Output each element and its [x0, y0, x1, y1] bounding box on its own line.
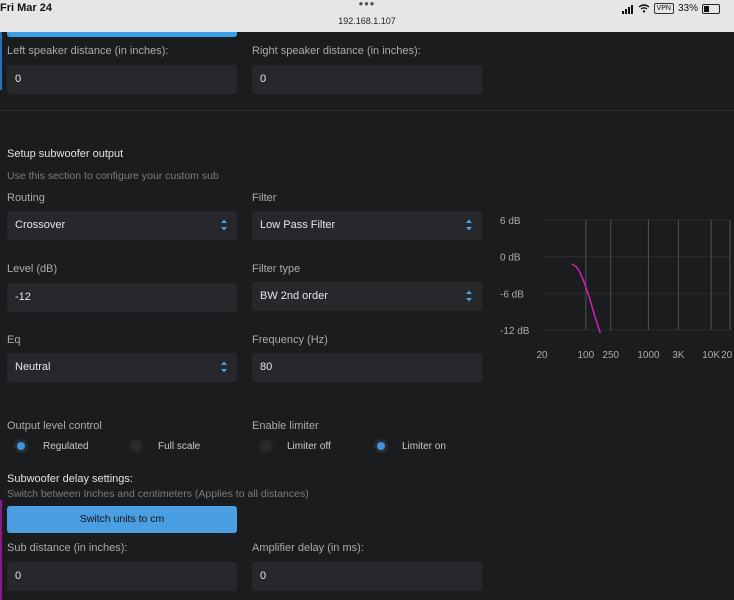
amp-delay-label: Amplifier delay (in ms):	[252, 542, 364, 554]
routing-label: Routing	[7, 192, 45, 204]
delay-heading: Subwoofer delay settings:	[7, 473, 133, 485]
routing-select[interactable]: Crossover	[7, 211, 237, 240]
filter-type-value: BW 2nd order	[260, 290, 328, 302]
limiter-on-radio[interactable]	[377, 442, 385, 450]
y-tick-label: -12 dB	[500, 326, 530, 337]
regulated-radio-label[interactable]: Regulated	[43, 441, 89, 452]
chart-x-ticks: 20 100 250 1000 3K 10K20K	[536, 350, 732, 361]
select-arrows-icon	[221, 361, 227, 373]
regulated-radio[interactable]	[17, 442, 25, 450]
filter-value: Low Pass Filter	[260, 219, 336, 231]
eq-response-chart: 6 dB 0 dB -6 dB -12 dB 20 100 250 1000 3K 10K20K	[500, 216, 732, 361]
vpn-badge: VPN	[653, 3, 674, 14]
x-tick-label: 3K	[672, 350, 685, 361]
left-speaker-distance-input[interactable]: 0	[7, 65, 237, 94]
x-tick-label: 20K	[721, 350, 732, 361]
frequency-input[interactable]: 80	[252, 353, 482, 382]
y-tick-label: 6 dB	[500, 216, 521, 227]
chart-grid	[542, 219, 731, 331]
switch-units-button[interactable]: Switch units to cm	[7, 506, 237, 533]
filter-type-select[interactable]: BW 2nd order	[252, 282, 482, 311]
filter-select[interactable]: Low Pass Filter	[252, 211, 482, 240]
x-tick-label: 250	[602, 350, 619, 361]
limiter-off-radio-label[interactable]: Limiter off	[287, 441, 331, 452]
limiter-label: Enable limiter	[252, 420, 319, 432]
eq-select[interactable]: Neutral	[7, 353, 237, 382]
full-scale-radio[interactable]	[132, 442, 140, 450]
full-scale-radio-label[interactable]: Full scale	[158, 441, 200, 452]
subwoofer-heading: Setup subwoofer output	[7, 148, 124, 160]
filter-label: Filter	[252, 192, 277, 204]
sub-distance-label: Sub distance (in inches):	[7, 542, 128, 554]
x-tick-label: 20	[536, 350, 548, 361]
battery-percent: 33%	[677, 3, 698, 14]
left-accent-bar-pink	[0, 500, 2, 600]
left-accent-bar	[0, 32, 2, 90]
section-divider	[0, 110, 734, 111]
y-tick-label: 0 dB	[500, 253, 521, 264]
eq-value: Neutral	[15, 361, 51, 373]
chart-y-ticks: 6 dB 0 dB -6 dB -12 dB	[500, 216, 530, 337]
limiter-off-radio[interactable]	[262, 442, 270, 450]
frequency-label: Frequency (Hz)	[252, 334, 328, 346]
battery-icon	[702, 3, 720, 14]
amp-delay-input[interactable]: 0	[252, 562, 482, 591]
x-tick-label: 10K	[702, 350, 720, 361]
right-speaker-distance-input[interactable]: 0	[252, 65, 482, 94]
routing-value: Crossover	[15, 219, 66, 231]
left-speaker-distance-label: Left speaker distance (in inches):	[7, 45, 169, 57]
wifi-icon	[638, 4, 650, 13]
filter-type-label: Filter type	[252, 263, 301, 275]
address-url[interactable]: 192.168.1.107	[0, 16, 734, 26]
level-input[interactable]: -12	[7, 283, 237, 312]
signal-icon	[621, 3, 634, 14]
subwoofer-hint: Use this section to configure your custo…	[7, 170, 219, 182]
status-indicators: VPN 33%	[621, 3, 720, 14]
x-tick-label: 100	[577, 350, 594, 361]
select-arrows-icon	[466, 290, 472, 302]
sub-distance-input[interactable]: 0	[7, 562, 237, 591]
x-tick-label: 1000	[637, 350, 660, 361]
select-arrows-icon	[221, 219, 227, 231]
top-button-edge[interactable]	[7, 32, 237, 37]
right-speaker-distance-label: Right speaker distance (in inches):	[252, 45, 421, 57]
output-level-label: Output level control	[7, 420, 102, 432]
level-label: Level (dB)	[7, 263, 58, 275]
limiter-on-radio-label[interactable]: Limiter on	[402, 441, 446, 452]
status-bar: Fri Mar 24 ••• 192.168.1.107 VPN 33%	[0, 0, 734, 32]
select-arrows-icon	[466, 219, 472, 231]
y-tick-label: -6 dB	[500, 289, 524, 300]
delay-hint: Switch between Inches and centimeters (A…	[7, 488, 309, 500]
eq-label: Eq	[7, 334, 21, 346]
